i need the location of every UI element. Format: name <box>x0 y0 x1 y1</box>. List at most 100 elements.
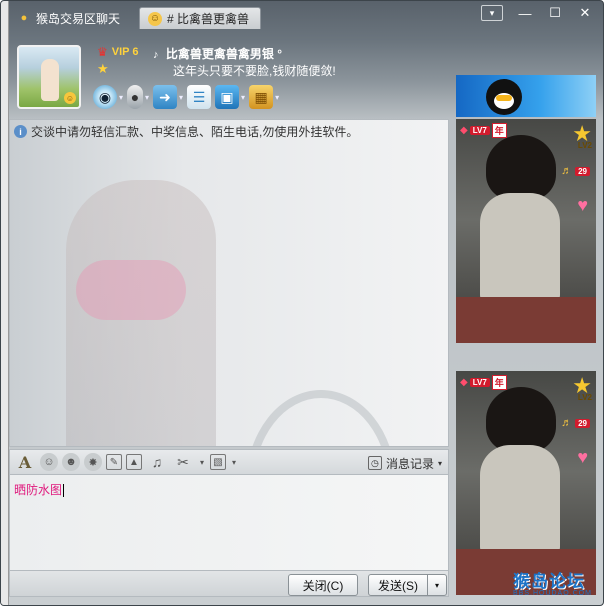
vip-crown-icon: ♛ <box>97 45 108 59</box>
music-badge[interactable]: ♬ 29 <box>561 417 590 429</box>
chevron-down-icon: ▾ <box>434 580 439 590</box>
app-icon: ▦ <box>249 85 274 109</box>
message-history-button[interactable]: ◷ 消息记录 ▾ <box>367 453 442 473</box>
forum-watermark: 猴岛论坛 BBS.HOUDAO.COM <box>513 567 601 603</box>
chevron-down-icon[interactable]: ▾ <box>145 93 149 102</box>
chat-toolbar: ◉ ▾ ● ▾ ➜ ▾ ☰ ▣ ▾ ▦ ▾ <box>93 83 283 111</box>
emoji-icon[interactable]: ☺ <box>40 453 58 471</box>
send-button[interactable]: 发送(S) <box>368 574 428 596</box>
star-icon[interactable]: ★ <box>97 61 109 77</box>
vip-label: VIP 6 <box>111 46 139 58</box>
ad-banner[interactable] <box>456 75 596 117</box>
level-tag: LV7 <box>469 378 490 387</box>
level-badge[interactable]: ◆ LV7 年 <box>460 123 507 138</box>
contact-nickname[interactable]: ♪ 比禽兽更禽兽禽男银 ° <box>153 45 282 62</box>
history-icon: ◷ <box>367 456 382 470</box>
chevron-down-icon[interactable]: ▾ <box>119 93 123 102</box>
watermark-url: BBS.HOUDAO.COM <box>513 590 592 597</box>
minimize-button[interactable]: — <box>511 4 539 22</box>
music-count: 29 <box>575 418 590 428</box>
online-status-icon: ☺ <box>64 92 76 104</box>
history-label: 消息记录 <box>385 456 434 471</box>
diamond-icon: ◆ <box>460 377 468 388</box>
music-icon[interactable]: ♫ <box>146 451 168 473</box>
chevron-down-icon: ▾ <box>437 458 442 468</box>
window-controls: ▾ — ☐ ✕ <box>481 4 599 22</box>
app-button[interactable]: ▦ ▾ <box>249 84 279 110</box>
gift-icon[interactable]: ▧ <box>210 454 226 470</box>
contact-signature: 这年头只要不要脸,钱财随便敛! <box>173 64 336 78</box>
music-count: 29 <box>575 166 590 176</box>
handwrite-icon[interactable]: ✎ <box>106 454 122 470</box>
font-button[interactable]: A <box>14 451 36 473</box>
speaker-icon: ♬ <box>561 165 573 177</box>
vip-badge[interactable]: ♛ VIP 6 <box>97 45 138 59</box>
sms-button[interactable]: ☰ <box>187 84 212 110</box>
message-display-area[interactable]: i 交谈中请勿轻信汇款、中奖信息、陌生电话,勿使用外挂软件。 <box>9 119 449 447</box>
heart-icon[interactable]: ♥ <box>577 447 588 468</box>
star-level-label: LV2 <box>577 393 592 402</box>
send-file-icon: ➜ <box>153 85 178 109</box>
card-figure-body <box>480 445 560 555</box>
year-tag: 年 <box>491 375 507 390</box>
card-figure-hair <box>486 387 556 453</box>
close-icon: ✕ <box>579 5 591 20</box>
penguin-beak <box>496 95 512 101</box>
level-badge[interactable]: ◆ LV7 年 <box>460 375 507 390</box>
avatar-figure <box>41 59 59 101</box>
microphone-icon: ● <box>127 85 144 109</box>
maximize-button[interactable]: ☐ <box>541 4 569 22</box>
group-icon: ● <box>20 12 28 24</box>
minimize-icon: — <box>518 5 532 21</box>
remote-desktop-button[interactable]: ▣ ▾ <box>215 84 245 110</box>
watermark-title: 猴岛论坛 <box>513 572 585 591</box>
chevron-down-icon[interactable]: ▾ <box>241 93 245 102</box>
remote-desktop-icon: ▣ <box>215 85 240 109</box>
input-toolbar: A ☺ ☻ ✸ ✎ ▲ ♫ ✂ ▾ ▧ ▾ ◷ 消息记录 ▾ <box>9 449 449 475</box>
tab-private-chat[interactable]: ☺ # 比禽兽更禽兽 <box>139 7 261 29</box>
chat-window: ● 猴岛交易区聊天 ☺ # 比禽兽更禽兽 ▾ — ☐ ✕ ☺ ♛ VIP 6 ★… <box>0 0 604 606</box>
voice-call-button[interactable]: ● ▾ <box>127 84 149 110</box>
tab-group-chat[interactable]: ● 猴岛交易区聊天 <box>9 7 133 29</box>
screenshot-scissors-icon[interactable]: ✂ <box>172 451 194 473</box>
send-options-button[interactable]: ▾ <box>427 574 447 596</box>
magic-emoji-icon[interactable]: ☻ <box>62 453 80 471</box>
camera-icon: ◉ <box>93 85 117 109</box>
music-badge[interactable]: ♬ 29 <box>561 165 590 177</box>
smiley-icon: ☺ <box>148 11 162 26</box>
chevron-down-icon[interactable]: ▾ <box>275 93 279 102</box>
chevron-down-icon: ▾ <box>489 7 495 18</box>
card-figure-body <box>480 193 560 303</box>
close-window-button[interactable]: ✕ <box>571 4 599 22</box>
chevron-down-icon[interactable]: ▾ <box>198 451 206 473</box>
video-call-button[interactable]: ◉ ▾ <box>93 84 123 110</box>
star-level-label: LV2 <box>577 141 592 150</box>
contact-avatar[interactable]: ☺ <box>17 45 81 109</box>
card-figure-hair <box>486 135 556 201</box>
message-input[interactable]: 晒防水图 <box>9 475 449 571</box>
info-icon: i <box>14 125 27 138</box>
notice-text: 交谈中请勿轻信汇款、中奖信息、陌生电话,勿使用外挂软件。 <box>31 125 359 139</box>
speaker-icon: ♬ <box>561 417 573 429</box>
chevron-down-icon[interactable]: ▾ <box>179 93 183 102</box>
send-file-button[interactable]: ➜ ▾ <box>153 84 183 110</box>
contact-show-card[interactable]: ◆ LV7 年 ★ LV2 ♬ 29 ♥ <box>456 119 596 343</box>
chat-background-ring <box>246 390 396 446</box>
level-tag: LV7 <box>469 126 490 135</box>
nickname-text: 比禽兽更禽兽禽男银 <box>165 47 274 61</box>
close-button[interactable]: 关闭(C) <box>288 574 358 596</box>
diamond-icon: ◆ <box>460 125 468 136</box>
tab-bar: ● 猴岛交易区聊天 ☺ # 比禽兽更禽兽 <box>9 7 475 29</box>
text-caret <box>63 484 65 498</box>
sms-icon: ☰ <box>187 85 212 109</box>
window-menu-button[interactable]: ▾ <box>481 5 503 21</box>
security-notice: i 交谈中请勿轻信汇款、中奖信息、陌生电话,勿使用外挂软件。 <box>14 123 358 140</box>
year-tag: 年 <box>491 123 507 138</box>
image-icon[interactable]: ▲ <box>126 454 142 470</box>
shake-icon[interactable]: ✸ <box>84 453 102 471</box>
maximize-icon: ☐ <box>549 5 561 20</box>
tab-label: 猴岛交易区聊天 <box>36 11 121 26</box>
heart-icon[interactable]: ♥ <box>577 195 588 216</box>
chevron-down-icon[interactable]: ▾ <box>230 451 238 473</box>
user-show-card[interactable]: ◆ LV7 年 ★ LV2 ♬ 29 ♥ <box>456 371 596 595</box>
